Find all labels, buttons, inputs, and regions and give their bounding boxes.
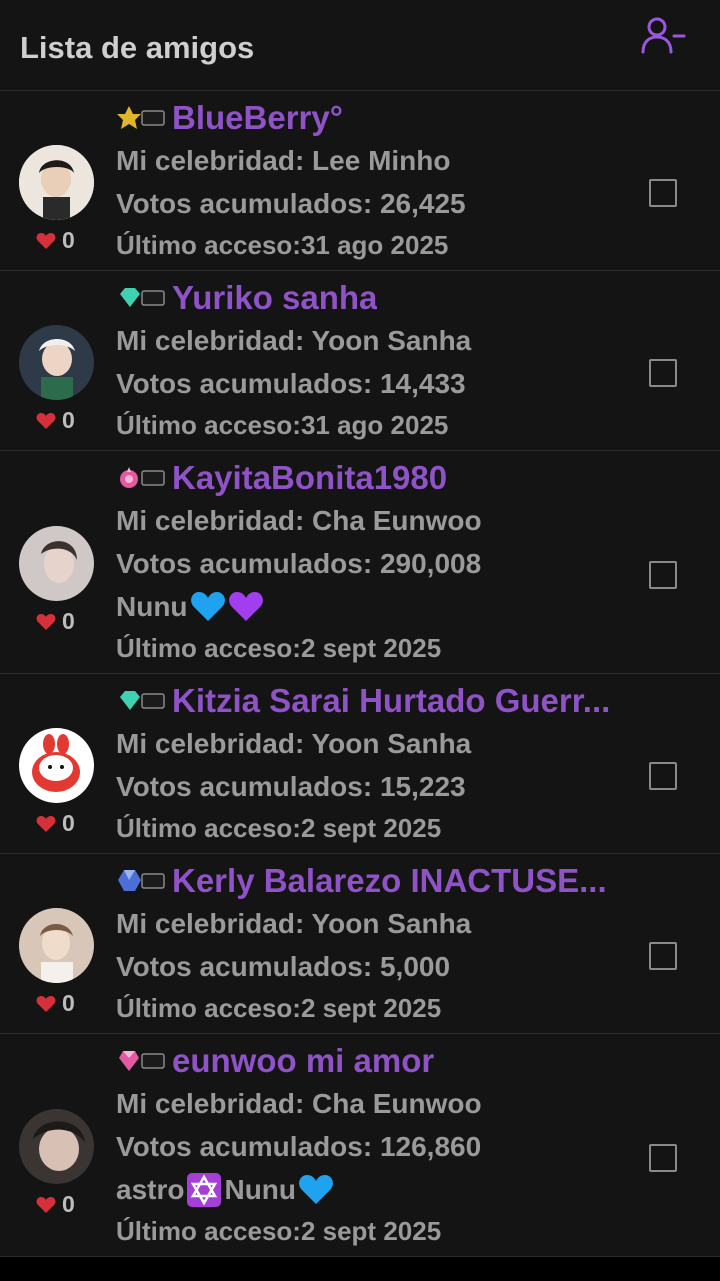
- purple-heart-icon: [228, 592, 263, 621]
- friend-name[interactable]: Kerly Balarezo INACTUSE...: [172, 862, 607, 900]
- heart-icon: [36, 412, 56, 429]
- bio-text: Nunu: [116, 591, 188, 622]
- blue-heart-icon: [190, 592, 225, 621]
- avatar[interactable]: [19, 908, 94, 983]
- friend-list: 0 BlueBerry° Mi celebridad: Lee Minho Vo…: [0, 91, 720, 1257]
- friend-last-access: Último acceso:2 sept 2025: [116, 813, 442, 843]
- friend-last-access: Último acceso:2 sept 2025: [116, 1216, 442, 1246]
- friend-bio: astro Nunu: [116, 1168, 640, 1211]
- friend-info: BlueBerry° Mi celebridad: Lee Minho Voto…: [116, 97, 640, 265]
- level-badge-icon: [119, 1051, 165, 1071]
- level-badge-icon: [120, 467, 165, 488]
- level-badge-icon: [118, 870, 165, 891]
- remove-friend-icon[interactable]: [640, 14, 686, 60]
- friend-votes: Votos acumulados: 26,425: [116, 188, 466, 219]
- bio-text-2: Nunu: [224, 1174, 296, 1205]
- likes-value: 0: [62, 227, 75, 253]
- friend-votes: Votos acumulados: 14,433: [116, 368, 466, 399]
- friend-row: 0 KayitaBonita1980 Mi celebridad: Cha Eu…: [0, 451, 720, 674]
- select-checkbox[interactable]: [649, 762, 677, 790]
- friend-info: KayitaBonita1980 Mi celebridad: Cha Eunw…: [116, 457, 640, 668]
- avatar[interactable]: [19, 145, 94, 220]
- friend-last-access: Último acceso:2 sept 2025: [116, 993, 442, 1023]
- friend-row: 0 BlueBerry° Mi celebridad: Lee Minho Vo…: [0, 91, 720, 271]
- friend-last-access: Último acceso:2 sept 2025: [116, 633, 442, 663]
- select-checkbox[interactable]: [649, 561, 677, 589]
- level-badge-icon: [117, 106, 165, 129]
- friend-celebrity: Mi celebridad: Yoon Sanha: [116, 728, 472, 759]
- friend-row: 0 Kerly Balarezo INACTUSE... Mi celebrid…: [0, 854, 720, 1034]
- heart-icon: [36, 232, 56, 249]
- heart-icon: [36, 815, 56, 832]
- heart-icon: [36, 995, 56, 1012]
- friend-row: 0 Yuriko sanha Mi celebridad: Yoon Sanha…: [0, 271, 720, 451]
- bio-text: astro: [116, 1174, 185, 1205]
- friend-last-access: Último acceso:31 ago 2025: [116, 230, 449, 260]
- star-of-david-icon: [187, 1172, 222, 1207]
- heart-icon: [36, 1196, 56, 1213]
- page-title: Lista de amigos: [20, 30, 255, 65]
- heart-icon: [36, 613, 56, 630]
- friend-celebrity: Mi celebridad: Yoon Sanha: [116, 325, 472, 356]
- likes-count: 0: [36, 1191, 75, 1218]
- friend-info: Kitzia Sarai Hurtado Guerr... Mi celebri…: [116, 680, 640, 848]
- friend-row: 0 Kitzia Sarai Hurtado Guerr... Mi celeb…: [0, 674, 720, 854]
- avatar-photo: [19, 325, 94, 400]
- friend-name[interactable]: KayitaBonita1980: [172, 459, 447, 497]
- likes-value: 0: [62, 1191, 75, 1217]
- friend-last-access: Último acceso:31 ago 2025: [116, 410, 449, 440]
- likes-count: 0: [36, 227, 75, 254]
- avatar[interactable]: [19, 728, 94, 803]
- select-checkbox[interactable]: [649, 942, 677, 970]
- likes-value: 0: [62, 810, 75, 836]
- likes-value: 0: [62, 608, 75, 634]
- friend-celebrity: Mi celebridad: Cha Eunwoo: [116, 505, 482, 536]
- avatar[interactable]: [19, 325, 94, 400]
- likes-count: 0: [36, 608, 75, 635]
- likes-count: 0: [36, 407, 75, 434]
- friend-row: 0 eunwoo mi amor Mi celebridad: Cha Eunw…: [0, 1034, 720, 1257]
- likes-count: 0: [36, 990, 75, 1017]
- friend-votes: Votos acumulados: 15,223: [116, 771, 466, 802]
- select-checkbox[interactable]: [649, 179, 677, 207]
- friend-name[interactable]: eunwoo mi amor: [172, 1042, 434, 1080]
- friend-info: eunwoo mi amor Mi celebridad: Cha Eunwoo…: [116, 1040, 640, 1251]
- likes-value: 0: [62, 407, 75, 433]
- avatar-photo: [19, 908, 94, 983]
- friend-celebrity: Mi celebridad: Cha Eunwoo: [116, 1088, 482, 1119]
- friend-name[interactable]: Kitzia Sarai Hurtado Guerr...: [172, 682, 610, 720]
- system-nav-bar: [0, 1257, 720, 1281]
- friend-votes: Votos acumulados: 5,000: [116, 951, 451, 982]
- level-badge-icon: [120, 691, 165, 710]
- friend-votes: Votos acumulados: 290,008: [116, 548, 482, 579]
- blue-heart-icon: [299, 1175, 333, 1204]
- friend-info: Kerly Balarezo INACTUSE... Mi celebridad…: [116, 860, 640, 1028]
- select-checkbox[interactable]: [649, 1144, 677, 1172]
- friend-name[interactable]: BlueBerry°: [172, 99, 343, 137]
- likes-count: 0: [36, 810, 75, 837]
- avatar-photo: [19, 728, 94, 803]
- app-header: Lista de amigos: [0, 0, 720, 91]
- friend-celebrity: Mi celebridad: Yoon Sanha: [116, 908, 472, 939]
- friend-votes: Votos acumulados: 126,860: [116, 1131, 482, 1162]
- friend-name[interactable]: Yuriko sanha: [172, 279, 377, 317]
- select-checkbox[interactable]: [649, 359, 677, 387]
- friend-bio: Nunu: [116, 585, 640, 628]
- likes-value: 0: [62, 990, 75, 1016]
- avatar-photo: [19, 145, 94, 220]
- avatar[interactable]: [19, 1109, 94, 1184]
- level-badge-icon: [120, 288, 165, 307]
- avatar-photo: [19, 526, 94, 601]
- friend-info: Yuriko sanha Mi celebridad: Yoon Sanha V…: [116, 277, 640, 445]
- avatar[interactable]: [19, 526, 94, 601]
- friend-celebrity: Mi celebridad: Lee Minho: [116, 145, 451, 176]
- avatar-photo: [19, 1109, 94, 1184]
